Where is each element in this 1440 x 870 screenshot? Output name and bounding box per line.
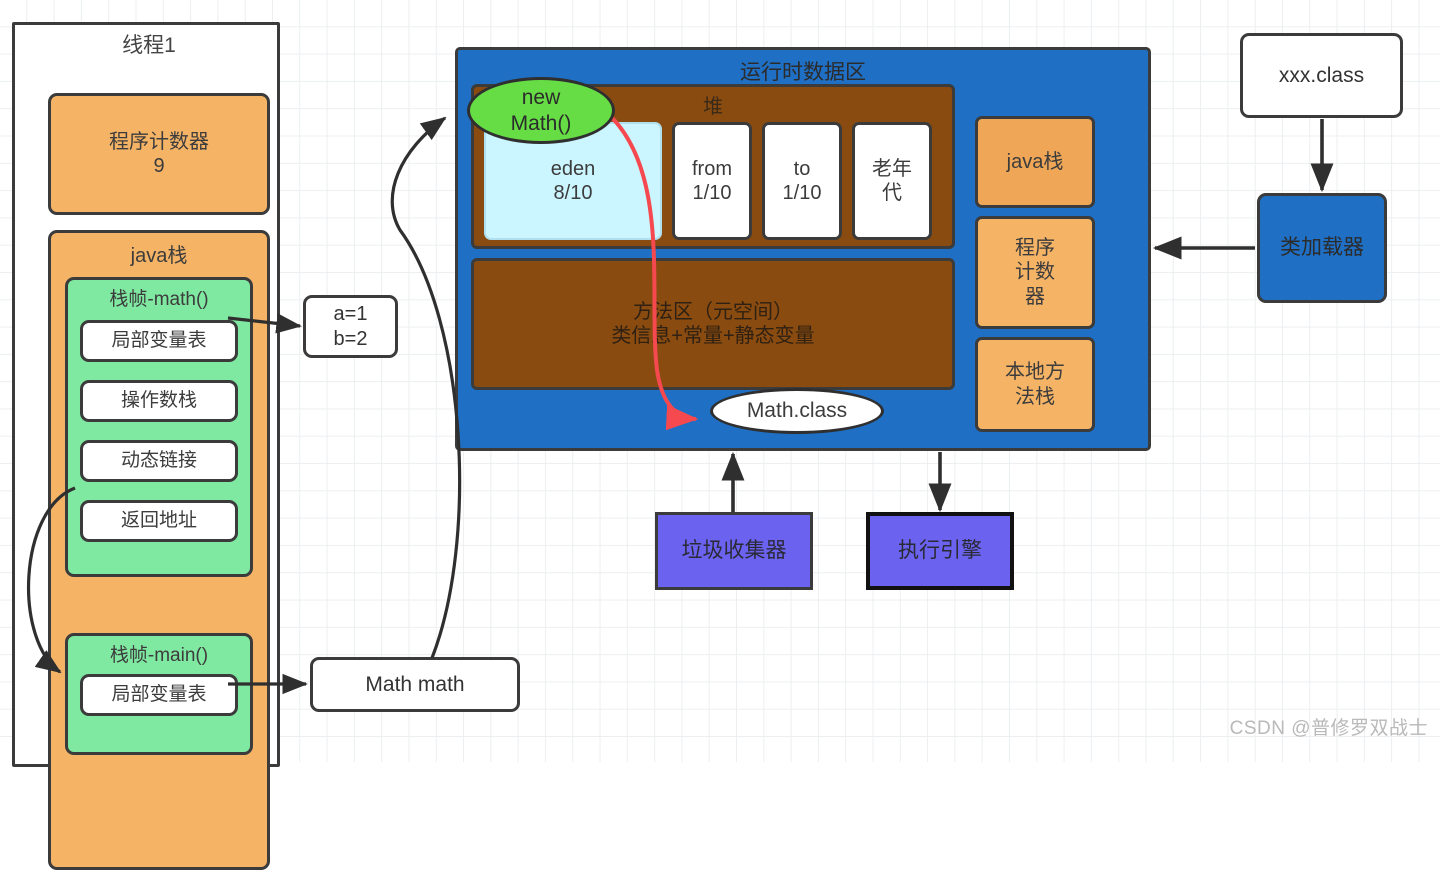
local-vars-values-box: a=1 b=2 bbox=[303, 295, 398, 358]
method-area-box: 方法区（元空间） 类信息+常量+静态变量 bbox=[471, 258, 955, 390]
thread-panel: 线程1 程序计数器 9 java栈 栈帧-math() 局部变量表 操作数栈 动… bbox=[12, 22, 280, 870]
class-file-box: xxx.class bbox=[1240, 33, 1403, 118]
runtime-program-counter-box: 程序 计数 器 bbox=[975, 216, 1095, 329]
watermark: CSDN @普修罗双战士 bbox=[1229, 718, 1428, 739]
old-generation-box: 老年 代 bbox=[852, 122, 932, 240]
frame-math-local-variable-table: 局部变量表 bbox=[80, 320, 238, 362]
garbage-collector-box: 垃圾收集器 bbox=[655, 512, 813, 590]
java-stack-title: java栈 bbox=[130, 244, 188, 267]
frame-math-dynamic-linking: 动态链接 bbox=[80, 440, 238, 482]
math-reference-box: Math math bbox=[310, 657, 520, 712]
runtime-java-stack-box: java栈 bbox=[975, 116, 1095, 208]
survivor-to-box: to 1/10 bbox=[762, 122, 842, 240]
frame-math-operand-stack: 操作数栈 bbox=[80, 380, 238, 422]
runtime-native-method-stack-box: 本地方 法栈 bbox=[975, 337, 1095, 432]
thread-panel-title: 线程1 bbox=[122, 34, 176, 58]
frame-main-local-variable-table: 局部变量表 bbox=[80, 674, 238, 716]
class-loader-box: 类加载器 bbox=[1257, 193, 1387, 303]
stack-frame-math-title: 栈帧-math() bbox=[109, 289, 209, 311]
program-counter-box: 程序计数器 9 bbox=[48, 93, 270, 215]
stack-frame-math: 栈帧-math() 局部变量表 操作数栈 动态链接 返回地址 bbox=[65, 277, 253, 577]
execution-engine-box: 执行引擎 bbox=[866, 512, 1014, 590]
math-class-object-ellipse: Math.class bbox=[710, 388, 884, 434]
diagram-canvas: 线程1 程序计数器 9 java栈 栈帧-math() 局部变量表 操作数栈 动… bbox=[0, 0, 1440, 870]
arrow-math-ref-to-heap-object bbox=[390, 116, 462, 659]
stack-frame-main: 栈帧-main() 局部变量表 bbox=[65, 633, 253, 755]
frame-math-return-address: 返回地址 bbox=[80, 500, 238, 542]
survivor-from-box: from 1/10 bbox=[672, 122, 752, 240]
stack-frame-main-title: 栈帧-main() bbox=[109, 645, 209, 667]
new-math-object-ellipse: new Math() bbox=[467, 77, 615, 144]
java-stack-box: java栈 栈帧-math() 局部变量表 操作数栈 动态链接 返回地址 栈帧-… bbox=[48, 230, 270, 870]
